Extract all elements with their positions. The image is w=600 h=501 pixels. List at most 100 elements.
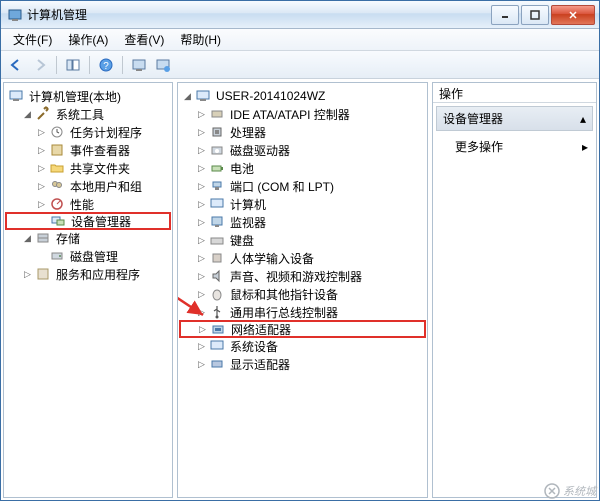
tree-label: 键盘 <box>228 232 256 249</box>
expand-icon[interactable]: ▷ <box>196 109 207 120</box>
wrench-icon <box>35 106 51 122</box>
tree-label: 存储 <box>54 230 82 247</box>
folder-icon <box>49 160 65 176</box>
close-button[interactable] <box>551 5 595 25</box>
tree-local-users[interactable]: ▷ 本地用户和组 <box>6 177 170 195</box>
tree-label: 本地用户和组 <box>68 178 144 195</box>
clock-icon <box>49 124 65 140</box>
storage-icon <box>35 230 51 246</box>
separator <box>89 56 90 74</box>
device-sound[interactable]: ▷声音、视频和游戏控制器 <box>180 267 425 285</box>
tree-label: 性能 <box>68 196 96 213</box>
performance-icon <box>49 196 65 212</box>
device-tree-pane[interactable]: ◢ USER-20141024WZ ▷IDE ATA/ATAPI 控制器 ▷ 处理… <box>177 82 428 498</box>
back-button[interactable] <box>5 54 27 76</box>
tree-label: 磁盘驱动器 <box>228 142 292 159</box>
watermark: 系统城 <box>544 483 596 499</box>
properties-button[interactable] <box>128 54 150 76</box>
tree-label: 监视器 <box>228 214 268 231</box>
expand-icon[interactable]: ▷ <box>22 269 33 280</box>
menu-file[interactable]: 文件(F) <box>5 29 60 50</box>
show-hide-tree-button[interactable] <box>62 54 84 76</box>
device-network-adapter[interactable]: ▷网络适配器 <box>179 320 426 338</box>
device-system[interactable]: ▷ 系统设备 <box>180 337 425 355</box>
expand-icon[interactable]: ▷ <box>196 145 207 156</box>
expand-icon[interactable]: ▷ <box>196 127 207 138</box>
sound-icon <box>209 268 225 284</box>
actions-more-label: 更多操作 <box>455 138 503 155</box>
tree-system-tools[interactable]: ◢ 系统工具 <box>6 105 170 123</box>
minimize-button[interactable] <box>491 5 519 25</box>
separator <box>56 56 57 74</box>
menu-action[interactable]: 操作(A) <box>60 29 116 50</box>
expand-icon[interactable]: ▷ <box>196 235 207 246</box>
tree-label: 系统设备 <box>228 338 280 355</box>
expand-icon[interactable]: ▷ <box>196 199 207 210</box>
tree-label: 处理器 <box>228 124 268 141</box>
device-computer[interactable]: ▷计算机 <box>180 195 425 213</box>
collapse-icon[interactable]: ◢ <box>22 109 33 120</box>
tree-task-scheduler[interactable]: ▷ 任务计划程序 <box>6 123 170 141</box>
tree-device-manager[interactable]: 设备管理器 <box>5 212 171 230</box>
expand-icon[interactable]: ▷ <box>36 163 47 174</box>
device-battery[interactable]: ▷电池 <box>180 159 425 177</box>
tree-label: 通用串行总线控制器 <box>228 304 340 321</box>
tree-shared-folders[interactable]: ▷ 共享文件夹 <box>6 159 170 177</box>
menu-help[interactable]: 帮助(H) <box>172 29 229 50</box>
expand-icon[interactable]: ▷ <box>36 181 47 192</box>
device-ide[interactable]: ▷IDE ATA/ATAPI 控制器 <box>180 105 425 123</box>
actions-selected-node[interactable]: 设备管理器 ▴ <box>436 106 593 131</box>
expand-icon[interactable]: ▷ <box>196 271 207 282</box>
expand-icon[interactable]: ▷ <box>196 217 207 228</box>
expand-icon[interactable]: ▷ <box>196 181 207 192</box>
help-button[interactable]: ? <box>95 54 117 76</box>
expand-icon[interactable]: ▷ <box>196 341 207 352</box>
display-adapter-icon <box>209 356 225 372</box>
device-display[interactable]: ▷显示适配器 <box>180 355 425 373</box>
computer-icon <box>8 88 24 104</box>
expand-icon[interactable]: ▷ <box>196 163 207 174</box>
tree-disk-mgmt[interactable]: 磁盘管理 <box>6 247 170 265</box>
maximize-button[interactable] <box>521 5 549 25</box>
mouse-icon <box>209 286 225 302</box>
tree-services-apps[interactable]: ▷ 服务和应用程序 <box>6 265 170 283</box>
collapse-icon[interactable]: ◢ <box>22 233 33 244</box>
tree-label: 任务计划程序 <box>68 124 144 141</box>
tree-performance[interactable]: ▷ 性能 <box>6 195 170 213</box>
device-keyboard[interactable]: ▷ 键盘 <box>180 231 425 249</box>
device-ports[interactable]: ▷端口 (COM 和 LPT) <box>180 177 425 195</box>
tree-label: 系统工具 <box>54 106 106 123</box>
left-tree-pane[interactable]: 计算机管理(本地) ◢ 系统工具 ▷ 任务计划程序 ▷ 事件查看器 <box>3 82 173 498</box>
expand-icon[interactable]: ▷ <box>196 359 207 370</box>
device-mouse[interactable]: ▷鼠标和其他指针设备 <box>180 285 425 303</box>
hid-icon <box>209 250 225 266</box>
toolbar: ? <box>1 51 599 79</box>
disk-drive-icon <box>209 142 225 158</box>
tree-storage[interactable]: ◢ 存储 <box>6 229 170 247</box>
device-usb[interactable]: ▷ 通用串行总线控制器 <box>180 303 425 321</box>
expand-icon[interactable]: ▷ <box>36 127 47 138</box>
device-disk-drives[interactable]: ▷ 磁盘驱动器 <box>180 141 425 159</box>
device-cpu[interactable]: ▷ 处理器 <box>180 123 425 141</box>
actions-more[interactable]: 更多操作 ▸ <box>433 134 596 159</box>
expand-icon[interactable]: ▷ <box>197 324 208 335</box>
expand-icon[interactable]: ▷ <box>196 253 207 264</box>
tree-label: 共享文件夹 <box>68 160 132 177</box>
device-root[interactable]: ◢ USER-20141024WZ <box>180 87 425 105</box>
device-hid[interactable]: ▷ 人体学输入设备 <box>180 249 425 267</box>
device-monitor[interactable]: ▷ 监视器 <box>180 213 425 231</box>
collapse-icon[interactable]: ◢ <box>182 91 193 102</box>
tree-event-viewer[interactable]: ▷ 事件查看器 <box>6 141 170 159</box>
expand-icon[interactable]: ▷ <box>36 145 47 156</box>
refresh-icon[interactable] <box>152 54 174 76</box>
expand-icon[interactable]: ▷ <box>36 199 47 210</box>
forward-button[interactable] <box>29 54 51 76</box>
menu-view[interactable]: 查看(V) <box>116 29 172 50</box>
actions-header: 操作 <box>433 83 596 103</box>
tree-root-computer[interactable]: 计算机管理(本地) <box>6 87 170 105</box>
svg-text:?: ? <box>103 61 109 72</box>
expand-icon[interactable]: ▷ <box>196 307 207 318</box>
tree-label: 人体学输入设备 <box>228 250 316 267</box>
expand-icon[interactable]: ▷ <box>196 289 207 300</box>
usb-icon <box>209 304 225 320</box>
